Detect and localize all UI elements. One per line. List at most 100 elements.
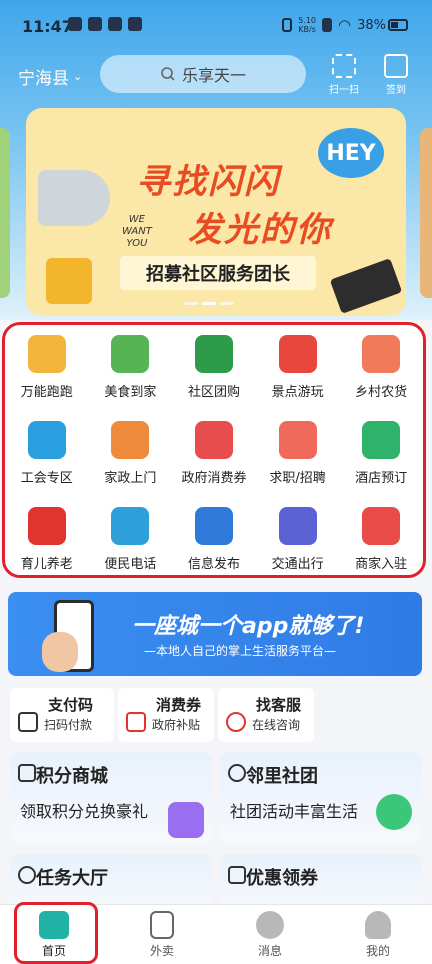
wifi-icon: ◠: [338, 16, 352, 34]
banner-next-peek[interactable]: [420, 128, 432, 298]
service-label: 信息发布: [187, 557, 240, 572]
search-input[interactable]: 乐享天一: [100, 55, 306, 93]
service-label: 便民电话: [104, 557, 157, 572]
service-item[interactable]: 社区团购: [172, 327, 256, 413]
quick-payment-code[interactable]: 支付码 扫码付款: [10, 688, 114, 742]
vibrate-icon: [282, 18, 293, 32]
promo-banner[interactable]: 一座城一个app就够了! —本地人自己的掌上生活服务平台—: [8, 592, 422, 676]
header: 宁海县 ⌄ 乐享天一 扫一扫 签到: [0, 52, 432, 102]
banner-prev-peek[interactable]: [0, 128, 10, 298]
signin-button[interactable]: 签到: [376, 54, 416, 96]
service-label: 万能跑跑: [20, 385, 73, 400]
card-sub: 领取积分兑换豪礼: [20, 802, 149, 821]
service-item[interactable]: 交通出行: [256, 499, 340, 585]
scan-button[interactable]: 扫一扫: [324, 54, 364, 96]
service-item[interactable]: 美食到家: [89, 327, 173, 413]
quick-sub: 扫码付款: [44, 718, 93, 732]
tab-takeout[interactable]: 外卖: [108, 905, 216, 964]
shopping-bag-icon: [168, 802, 204, 838]
chevron-down-icon: ⌄: [73, 70, 83, 83]
quick-sub: 政府补贴: [152, 718, 201, 732]
quick-title: 消费券: [156, 696, 202, 714]
door-building-icon: [27, 421, 66, 459]
you-text: YOU: [126, 238, 148, 249]
star-bookmark-icon: [150, 911, 174, 939]
quick-sub: 在线咨询: [252, 718, 301, 732]
battery-text: 38%: [357, 17, 386, 33]
shop-phone-icon: [362, 507, 401, 545]
map-pin-icon: [278, 335, 317, 373]
card-title: 邻里社团: [246, 766, 318, 787]
package-icon: [362, 335, 401, 373]
service-label: 育儿养老: [20, 557, 73, 572]
service-item[interactable]: 酒店预订: [339, 413, 423, 499]
promo-subtitle: —本地人自己的掌上生活服务平台—: [144, 644, 337, 658]
net-speed-unit: KB/s: [298, 25, 316, 34]
service-item[interactable]: 景点游玩: [256, 327, 340, 413]
banner-title-line1: 寻找闪闪: [136, 162, 280, 202]
banner-carousel[interactable]: 寻找闪闪 发光的你 HEY WE WANT YOU 招募社区服务团长: [26, 108, 406, 316]
service-item[interactable]: 商家入驻: [339, 499, 423, 585]
chat-bubble-icon: [376, 794, 412, 830]
card-points-mall[interactable]: 积分商城 领取积分兑换豪礼: [10, 752, 212, 844]
quick-title: 找客服: [256, 696, 302, 714]
card-sub: 社团活动丰富生活: [230, 802, 359, 821]
notification-icons: [68, 17, 142, 31]
service-item[interactable]: 求职/招聘: [256, 413, 340, 499]
card-neighbor-club[interactable]: 邻里社团 社团活动丰富生活: [220, 752, 422, 844]
search-placeholder: 乐享天一: [181, 66, 246, 85]
service-item[interactable]: 乡村农货: [339, 327, 423, 413]
banner-subtitle: 招募社区服务团长: [120, 256, 316, 290]
hearts-icon: [27, 507, 66, 545]
wechat-icon: [68, 17, 82, 31]
service-label: 政府消费券: [181, 471, 247, 486]
card-title: 优惠领券: [246, 868, 318, 889]
service-item[interactable]: 便民电话: [89, 499, 173, 585]
status-right: 5.10 KB/s ◠ 38%: [282, 15, 408, 35]
quick-customer-service[interactable]: 找客服 在线咨询: [218, 688, 314, 742]
megaphone-icon: [38, 170, 110, 226]
battery-icon: [388, 19, 408, 31]
service-label: 求职/招聘: [269, 471, 326, 486]
cup-icon: [46, 258, 92, 304]
quick-voucher[interactable]: 消费券 政府补贴: [118, 688, 214, 742]
tab-messages[interactable]: 消息: [216, 905, 324, 964]
carousel-dot: [184, 302, 198, 305]
phonebook-icon: [111, 507, 150, 545]
service-item[interactable]: 工会专区: [5, 413, 89, 499]
banner-we-want-you: WE WANT YOU: [122, 214, 152, 250]
service-item[interactable]: 万能跑跑: [5, 327, 89, 413]
status-bar: 11:47 5.10 KB/s ◠ 38%: [0, 0, 432, 48]
service-item[interactable]: 政府消费券: [172, 413, 256, 499]
promo-title: 一座城一个app就够了!: [132, 614, 365, 639]
home-tab-highlight: [14, 902, 98, 964]
building-icon: [194, 335, 233, 373]
service-item[interactable]: 育儿养老: [5, 499, 89, 585]
user-icon: [365, 911, 391, 939]
tab-mine[interactable]: 我的: [324, 905, 432, 964]
service-item[interactable]: 信息发布: [172, 499, 256, 585]
service-label: 乡村农货: [355, 385, 408, 400]
tab-label: 我的: [365, 944, 390, 958]
service-label: 社区团购: [187, 385, 240, 400]
vr-glasses-icon: [194, 507, 233, 545]
scan-label: 扫一扫: [329, 85, 359, 96]
service-item[interactable]: 家政上门: [89, 413, 173, 499]
calendar-check-icon: [384, 54, 408, 78]
status-time: 11:47: [22, 17, 73, 36]
banner-title-line2: 发光的你: [188, 210, 332, 250]
service-label: 酒店预订: [355, 471, 408, 486]
card-coupons[interactable]: 优惠领券: [220, 854, 422, 910]
we-text: WE: [128, 214, 146, 225]
location-selector[interactable]: 宁海县 ⌄: [18, 64, 82, 89]
keyboard-icon: [329, 258, 403, 314]
tab-label: 消息: [257, 944, 282, 958]
banner-badge: HEY: [318, 128, 384, 178]
yen-icon: [18, 764, 36, 782]
want-text: WANT: [122, 226, 152, 237]
service-label: 家政上门: [104, 471, 157, 486]
services-grid-highlight: 万能跑跑 美食到家 社区团购 景点游玩 乡村农货工会专区 家政上门 政府消费券 求职/招聘 酒店…: [2, 322, 426, 578]
card-title: 积分商城: [36, 766, 108, 787]
yen-ticket-icon: [126, 712, 146, 732]
carousel-dot-active: [202, 302, 216, 305]
